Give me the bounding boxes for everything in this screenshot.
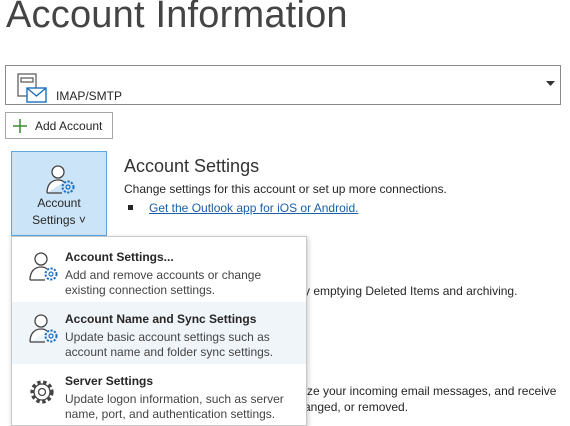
user-gear-icon <box>46 165 75 194</box>
account-settings-button-label-1: Account <box>37 196 81 210</box>
menu-item-description: Add and remove accounts or change <box>65 268 262 282</box>
account-name: IMAP/SMTP <box>56 89 123 103</box>
chevron-down-icon[interactable] <box>546 81 555 87</box>
menu-item-account-name-sync[interactable]: Account Name and Sync Settings Update ba… <box>12 302 306 364</box>
outlook-mobile-link[interactable]: Get the Outlook app for iOS or Android. <box>149 201 358 215</box>
rules-text-line-1: ze your incoming email messages, and rec… <box>307 384 557 398</box>
section-description: Change settings for this account or set … <box>124 182 447 196</box>
menu-item-title: Account Settings... <box>65 250 174 264</box>
account-settings-dropdown: Account Settings... Add and remove accou… <box>11 236 307 426</box>
page-title: Account Information <box>6 0 348 36</box>
menu-item-server-settings[interactable]: Server Settings Update logon information… <box>12 364 306 426</box>
bullet-icon <box>128 205 133 210</box>
mailbox-cleanup-text: y emptying Deleted Items and archiving. <box>304 284 518 298</box>
mailbox-icon <box>17 73 47 103</box>
menu-item-description: existing connection settings. <box>65 283 216 297</box>
add-account-label: Add Account <box>35 118 103 133</box>
menu-item-description: Update basic account settings such as <box>65 330 270 344</box>
menu-item-description: name, port, and authentication settings. <box>65 407 276 421</box>
rules-text-line-2: anged, or removed. <box>304 400 409 414</box>
user-gear-icon <box>29 314 58 343</box>
menu-item-title: Server Settings <box>65 374 154 388</box>
account-settings-button[interactable]: Account Settings ˅ <box>11 151 107 236</box>
menu-item-description: account name and folder sync settings. <box>65 345 274 359</box>
menu-item-title: Account Name and Sync Settings <box>65 312 257 326</box>
account-selector[interactable]: IMAP/SMTP <box>5 65 561 105</box>
plus-icon <box>13 118 27 133</box>
account-settings-button-label-2: Settings ˅ <box>32 213 86 227</box>
user-gear-icon <box>29 252 58 281</box>
add-account-button[interactable]: Add Account <box>5 112 113 139</box>
section-title: Account Settings <box>124 156 260 176</box>
menu-item-description: Update logon information, such as server <box>65 392 284 406</box>
menu-item-account-settings[interactable]: Account Settings... Add and remove accou… <box>12 240 306 302</box>
gear-icon <box>30 380 54 404</box>
